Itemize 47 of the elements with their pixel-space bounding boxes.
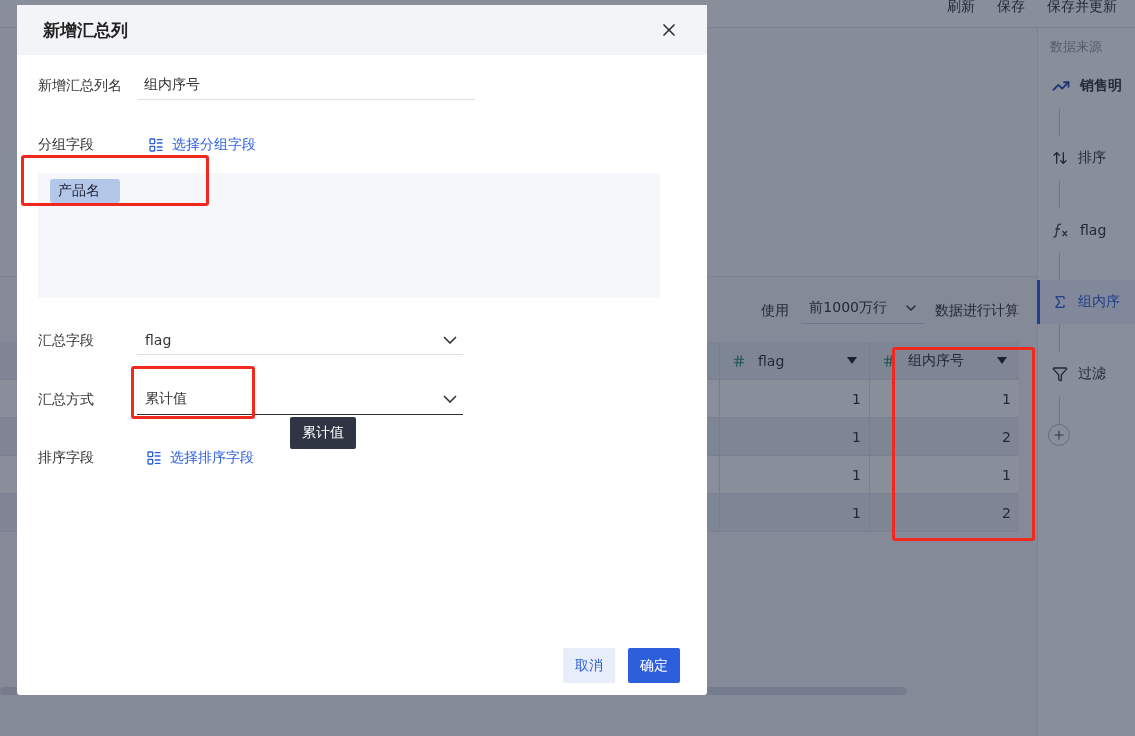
table-cell: 2 bbox=[869, 418, 1019, 455]
plus-icon bbox=[1052, 428, 1066, 442]
column-header[interactable]: flag bbox=[719, 342, 869, 379]
field-label: 分组字段 bbox=[38, 136, 95, 154]
sum-field-select[interactable]: flag bbox=[137, 327, 463, 355]
chevron-down-icon bbox=[443, 335, 457, 344]
cancel-button[interactable]: 取消 bbox=[563, 648, 615, 683]
confirm-button[interactable]: 确定 bbox=[628, 648, 680, 683]
dropdown-triangle-icon[interactable] bbox=[847, 357, 857, 364]
field-label: 排序字段 bbox=[38, 449, 95, 467]
sort-icon bbox=[1052, 150, 1068, 166]
dropdown-triangle-icon[interactable] bbox=[997, 357, 1007, 364]
toolbar-button[interactable]: 刷新 bbox=[947, 0, 975, 13]
table-cell: 1 bbox=[719, 494, 869, 531]
field-tag[interactable]: 产品名 bbox=[50, 179, 120, 203]
pipeline-step[interactable]: flag bbox=[1037, 208, 1135, 252]
tooltip: 累计值 bbox=[290, 417, 356, 449]
toolbar-button[interactable]: 保存 bbox=[997, 0, 1025, 13]
table-cell: 1 bbox=[719, 380, 869, 417]
select-sort-field-link[interactable]: 选择排序字段 bbox=[138, 449, 254, 467]
calc-suffix: 数据进行计算 bbox=[935, 301, 1019, 320]
table-cell: 1 bbox=[869, 456, 1019, 493]
table-cell: 1 bbox=[719, 456, 869, 493]
calc-prefix: 使用 bbox=[761, 301, 790, 320]
field-label: 新增汇总列名 bbox=[38, 77, 123, 95]
select-group-field-link[interactable]: 选择分组字段 bbox=[138, 136, 256, 154]
table-cell: 1 bbox=[719, 418, 869, 455]
function-icon bbox=[1052, 222, 1070, 238]
toolbar-button[interactable]: 保存并更新 bbox=[1047, 0, 1117, 13]
dialog-title: 新增汇总列 bbox=[43, 18, 128, 42]
list-icon bbox=[148, 137, 164, 153]
field-label: 汇总字段 bbox=[38, 332, 95, 350]
pipeline-step[interactable]: 过滤 bbox=[1037, 352, 1135, 396]
field-label: 汇总方式 bbox=[38, 391, 95, 409]
pipeline-step[interactable]: 组内序 bbox=[1037, 280, 1135, 324]
filter-icon bbox=[1052, 366, 1068, 382]
table-cell: 1 bbox=[869, 380, 1019, 417]
sigma-icon bbox=[1052, 294, 1068, 310]
chevron-down-icon bbox=[443, 394, 457, 403]
hash-icon bbox=[732, 353, 746, 368]
table-cell: 2 bbox=[869, 494, 1019, 531]
row-limit-select[interactable]: 前1000万行 bbox=[801, 297, 923, 324]
method-select[interactable]: 累计值 bbox=[137, 385, 463, 415]
list-icon bbox=[146, 450, 162, 466]
column-header[interactable]: 组内序号 bbox=[869, 342, 1019, 379]
pipeline-step[interactable]: 销售明 bbox=[1037, 64, 1135, 108]
pipeline-step[interactable]: 排序 bbox=[1037, 136, 1135, 180]
